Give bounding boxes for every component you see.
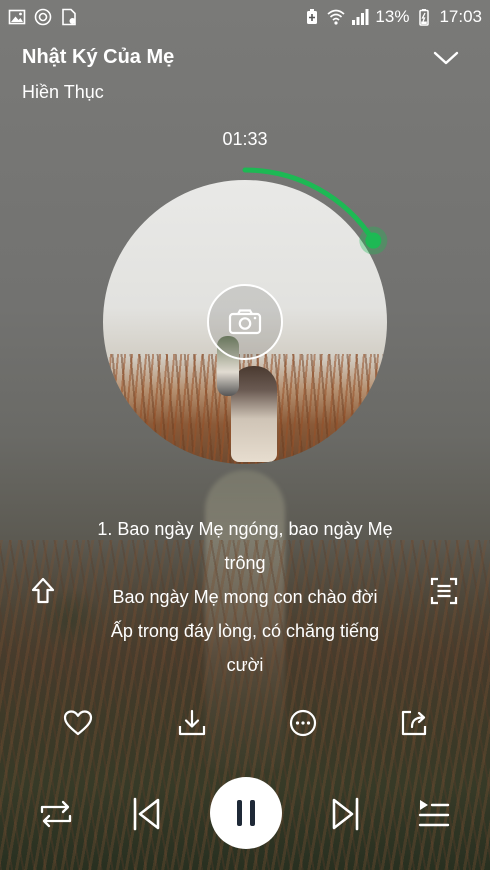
wifi-icon bbox=[327, 8, 345, 26]
chevron-down-icon bbox=[433, 51, 459, 65]
clock: 17:03 bbox=[439, 7, 482, 26]
scan-text-icon bbox=[430, 577, 458, 605]
status-right: 13% 17:03 bbox=[303, 7, 482, 27]
signal-icon bbox=[351, 8, 369, 26]
lyric-line: Bao ngày Mẹ mong con chào đời bbox=[112, 587, 378, 607]
lyric-line: trông bbox=[224, 553, 266, 573]
queue-button[interactable] bbox=[410, 790, 458, 838]
lyric-line: Ấp trong đáy lòng, có chăng tiếng bbox=[110, 621, 380, 641]
queue-icon bbox=[418, 800, 450, 827]
download-icon bbox=[178, 709, 206, 736]
previous-button[interactable] bbox=[123, 790, 171, 838]
elapsed-time: 01:33 bbox=[222, 129, 268, 149]
change-artwork-button[interactable] bbox=[207, 284, 283, 360]
more-icon bbox=[289, 709, 317, 737]
previous-icon bbox=[133, 797, 160, 831]
app-icon bbox=[34, 8, 52, 26]
share-button[interactable] bbox=[394, 703, 434, 743]
pause-icon bbox=[237, 800, 255, 826]
more-options-button[interactable] bbox=[283, 703, 323, 743]
arrow-up-icon bbox=[31, 577, 55, 604]
repeat-icon bbox=[40, 800, 72, 828]
battery-charging-icon bbox=[415, 8, 433, 26]
lyrics-share-button[interactable] bbox=[25, 573, 61, 609]
lyrics-panel[interactable]: 1. Bao ngày Mẹ ngóng, bao ngày Mẹ trông … bbox=[80, 512, 410, 682]
next-button[interactable] bbox=[321, 790, 369, 838]
lyric-line: 1. Bao ngày Mẹ ngóng, bao ngày Mẹ bbox=[97, 519, 393, 539]
battery-saver-icon bbox=[303, 8, 321, 26]
lyric-line: cười bbox=[226, 655, 264, 675]
next-icon bbox=[332, 797, 359, 831]
camera-icon bbox=[228, 309, 262, 335]
sim-card-icon bbox=[60, 8, 78, 26]
like-button[interactable] bbox=[58, 703, 98, 743]
battery-percentage: 13% bbox=[375, 7, 410, 26]
status-left bbox=[8, 8, 78, 26]
gallery-icon bbox=[8, 8, 26, 26]
artist-name[interactable]: Hiền Thục bbox=[22, 82, 104, 103]
heart-icon bbox=[63, 710, 93, 736]
lyrics-scan-button[interactable] bbox=[426, 573, 462, 609]
song-title: Nhật Ký Của Mẹ bbox=[22, 46, 175, 68]
status-bar: 13% 17:03 bbox=[0, 0, 490, 34]
share-icon bbox=[401, 710, 427, 736]
pause-button[interactable] bbox=[210, 777, 282, 849]
repeat-button[interactable] bbox=[32, 790, 80, 838]
download-button[interactable] bbox=[172, 703, 212, 743]
collapse-button[interactable] bbox=[430, 44, 462, 72]
